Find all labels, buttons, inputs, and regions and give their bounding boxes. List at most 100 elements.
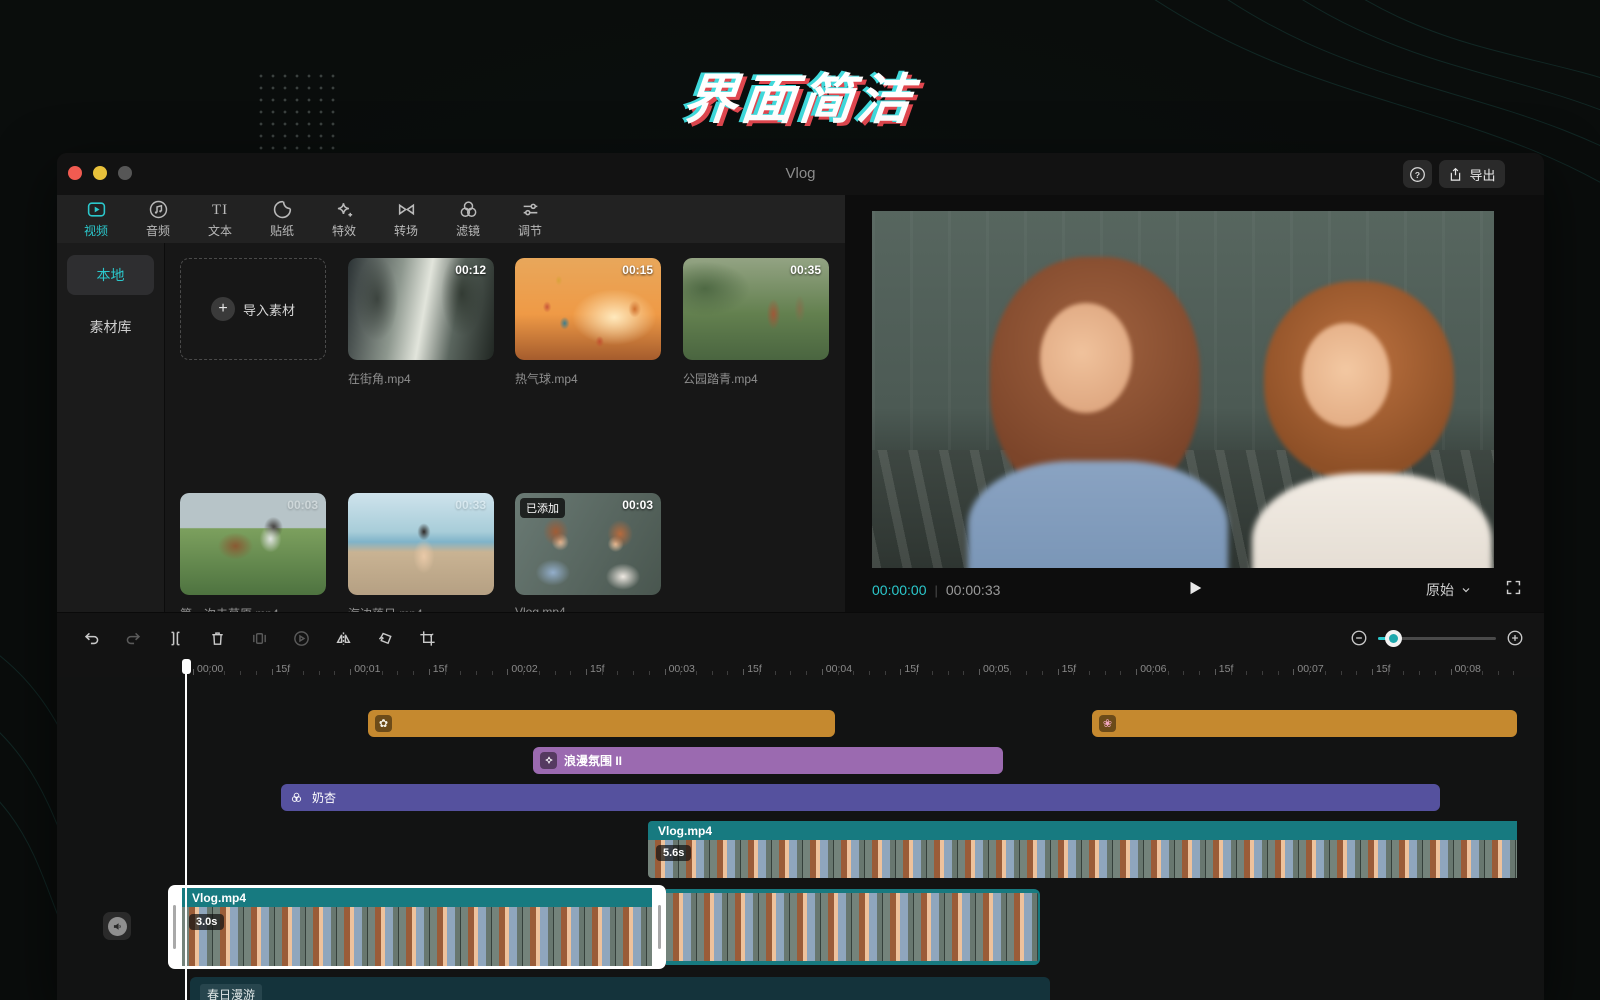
sidebar-item-1[interactable]: 素材库 bbox=[67, 307, 154, 347]
ruler-minor-tick bbox=[1104, 671, 1106, 675]
timeline-ruler[interactable]: 00:00 15f 00:01 15f 00:02 15f 00:03 15f 00:04 15f… bbox=[57, 657, 1544, 677]
filter-icon bbox=[458, 199, 479, 220]
tab-label: 音频 bbox=[145, 224, 170, 238]
ruler-minor-tick bbox=[1466, 671, 1468, 675]
effects-icon bbox=[334, 199, 355, 220]
svg-text:?: ? bbox=[1415, 169, 1420, 179]
media-tabbar: 视频 音频 TI 文本 贴纸 特效 转场 滤镜 调节 bbox=[57, 195, 845, 243]
overlay-clip-name: Vlog.mp4 bbox=[648, 821, 1517, 840]
ruler-minor-tick bbox=[711, 671, 713, 675]
ruler-major-tick bbox=[271, 669, 273, 675]
ruler-label: 00:05 bbox=[983, 663, 1010, 675]
ruler-minor-tick bbox=[1151, 671, 1153, 675]
media-duration: 00:15 bbox=[622, 263, 653, 277]
media-duration: 00:03 bbox=[622, 498, 653, 512]
ruler-minor-tick bbox=[208, 671, 210, 675]
ruler-label: 00:07 bbox=[1297, 663, 1324, 675]
effect-clip[interactable]: 浪漫氛围 II bbox=[533, 747, 1003, 774]
help-button[interactable]: ? bbox=[1403, 160, 1432, 188]
ruler-minor-tick bbox=[1387, 671, 1389, 675]
quality-selector[interactable]: 原始 bbox=[1426, 580, 1472, 600]
import-media-button[interactable]: + 导入素材 bbox=[180, 258, 326, 360]
video-person-right-face bbox=[1302, 323, 1390, 427]
media-thumbnail[interactable]: 已添加 00:03 bbox=[515, 493, 661, 595]
play-button[interactable] bbox=[1186, 579, 1204, 602]
media-filename: 热气球.mp4 bbox=[515, 372, 578, 386]
mirror-button[interactable] bbox=[322, 629, 364, 648]
added-badge: 已添加 bbox=[520, 498, 565, 518]
tab-effects[interactable]: 特效 bbox=[313, 199, 375, 239]
playhead-handle[interactable] bbox=[182, 659, 191, 674]
ruler-minor-tick bbox=[601, 671, 603, 675]
media-filename: 公园踏青.mp4 bbox=[683, 372, 758, 386]
main-video-clip-2[interactable] bbox=[666, 889, 1040, 965]
tab-filter[interactable]: 滤镜 bbox=[437, 199, 499, 239]
ruler-minor-tick bbox=[475, 671, 477, 675]
ruler-label: 00:03 bbox=[668, 663, 695, 675]
ruler-label: 00:01 bbox=[354, 663, 381, 675]
media-panel: 本地 素材库 + 导入素材 00:12 在街角.mp4 00:15 热气球.mp4 00:… bbox=[57, 243, 845, 621]
media-thumbnail[interactable]: 00:33 bbox=[348, 493, 494, 595]
fullscreen-button[interactable] bbox=[1505, 579, 1522, 601]
tab-transition[interactable]: 转场 bbox=[375, 199, 437, 239]
ruler-minor-tick bbox=[444, 671, 446, 675]
ruler-minor-tick bbox=[963, 671, 965, 675]
time-separator: | bbox=[934, 582, 938, 598]
export-button[interactable]: 导出 bbox=[1439, 160, 1505, 188]
text-clip[interactable]: 春日漫游 bbox=[190, 977, 1050, 1000]
window-title: Vlog bbox=[785, 165, 816, 182]
ruler-label: 00:04 bbox=[825, 663, 853, 675]
ruler-minor-tick bbox=[1199, 671, 1201, 675]
tab-play-square[interactable]: 视频 bbox=[65, 199, 127, 239]
ruler-major-tick bbox=[1372, 669, 1373, 675]
ruler-minor-tick bbox=[381, 671, 383, 675]
tab-audio[interactable]: 音频 bbox=[127, 199, 189, 239]
media-thumbnail[interactable]: 00:15 bbox=[515, 258, 661, 360]
trash-button[interactable] bbox=[196, 629, 238, 648]
track-audio-toggle-button[interactable] bbox=[103, 912, 131, 940]
zoom-slider[interactable] bbox=[1378, 629, 1496, 647]
ruler-major-tick bbox=[979, 669, 980, 675]
window-titlebar: Vlog ? 导出 bbox=[57, 153, 1544, 195]
media-thumbnail[interactable]: 00:12 bbox=[348, 258, 494, 360]
ruler-minor-tick bbox=[853, 671, 855, 675]
ruler-minor-tick bbox=[491, 671, 493, 675]
app-window: Vlog ? 导出 视频 音频 TI 文本 贴纸 特效 转场 滤镜 调节 本地素材库 bbox=[57, 153, 1544, 1000]
undo-button[interactable] bbox=[70, 629, 112, 648]
split-button[interactable] bbox=[154, 629, 196, 648]
ruler-minor-tick bbox=[365, 671, 367, 675]
crop-button[interactable] bbox=[406, 629, 448, 648]
ruler-minor-tick bbox=[696, 671, 698, 675]
ruler-minor-tick bbox=[916, 671, 918, 675]
tab-adjust[interactable]: 调节 bbox=[499, 199, 561, 239]
zoom-out-icon[interactable] bbox=[1350, 629, 1368, 647]
share-icon bbox=[1451, 167, 1461, 181]
tab-text[interactable]: TI 文本 bbox=[189, 200, 251, 239]
ruler-minor-tick bbox=[837, 671, 839, 675]
ruler-major-tick bbox=[1057, 669, 1059, 675]
redo-button bbox=[112, 629, 154, 648]
media-thumbnail[interactable]: 00:35 bbox=[683, 258, 829, 360]
tab-sticker[interactable]: 贴纸 bbox=[251, 199, 313, 239]
overlay-video-clip[interactable]: Vlog.mp4 5.6s bbox=[648, 821, 1517, 878]
ruler-minor-tick bbox=[617, 671, 619, 675]
playhead-line[interactable] bbox=[185, 659, 187, 1000]
ruler-minor-tick bbox=[806, 671, 808, 675]
zoom-in-icon[interactable] bbox=[1506, 629, 1524, 647]
sidebar-item-0[interactable]: 本地 bbox=[67, 255, 154, 295]
sticker-clip-1[interactable]: ✿ bbox=[368, 710, 835, 737]
media-thumbnail[interactable]: 00:03 bbox=[180, 493, 326, 595]
page-background: 界面简洁 Vlog ? 导出 视频 音频 TI 文本 贴纸 特效转场 滤镜 调节… bbox=[0, 0, 1600, 1000]
ruler-minor-tick bbox=[413, 671, 415, 675]
tab-label: 视频 bbox=[83, 224, 108, 238]
ruler-minor-tick bbox=[240, 671, 242, 675]
trim-handle-left[interactable] bbox=[173, 905, 176, 949]
rotate-button[interactable] bbox=[364, 629, 406, 648]
trim-handle-right[interactable] bbox=[658, 905, 661, 949]
ruler-minor-tick bbox=[1434, 671, 1436, 675]
zoom-slider-knob[interactable] bbox=[1385, 629, 1402, 647]
sticker-clip-2[interactable]: ❀ bbox=[1092, 710, 1517, 737]
filter-clip[interactable]: 奶杏 bbox=[281, 784, 1440, 811]
text-icon: TI bbox=[211, 201, 229, 218]
main-video-clip-selected[interactable]: Vlog.mp4 3.0s bbox=[168, 885, 666, 969]
